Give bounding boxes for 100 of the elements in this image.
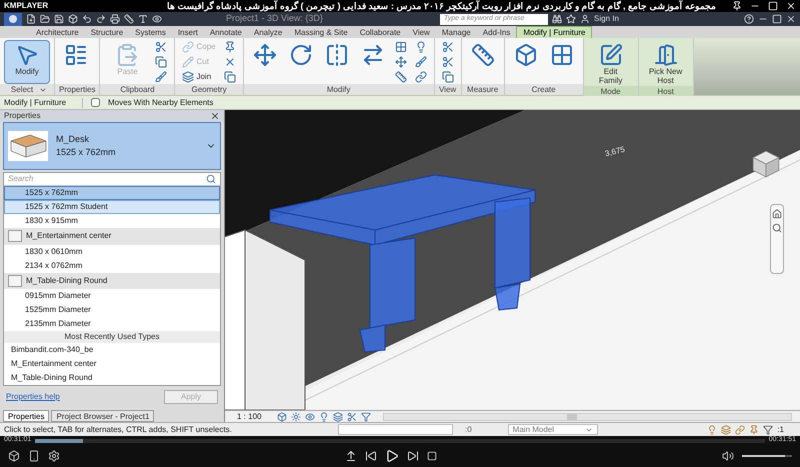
ribbon-tab[interactable]: Manage [436, 27, 477, 38]
sun-icon [291, 412, 302, 422]
copy-icon [155, 56, 168, 68]
ribbon-tab[interactable]: Annotate [204, 27, 248, 38]
scissors-icon [155, 40, 168, 52]
type-option[interactable]: 1830 x 915mm [4, 214, 220, 228]
eye-icon [152, 14, 162, 24]
search-input[interactable]: Search [8, 173, 206, 185]
filter-count: :1 [777, 424, 785, 436]
type-option[interactable]: 2135mm Diameter [4, 317, 220, 331]
status-message: Click to select, TAB for alternates, CTRL adds, SHIFT unselects. [4, 424, 233, 436]
video-title: مجموعه آموزشی جامع , گام به گام و کاربردی نرم افزار رویت آرکیتکچر ۲۰۱۶ مدرس : سعید فدایی ( تیچرمن ) گروه آموزشی پادشاه گرافیست ها [166, 0, 717, 12]
scissors-icon [442, 56, 454, 68]
search-icon [206, 174, 216, 184]
palette-tab[interactable]: Properties [3, 410, 50, 422]
scale-label[interactable]: 1 : 100 [225, 410, 274, 422]
close-icon [786, 1, 796, 11]
ribbon-tab[interactable]: Massing & Site [288, 27, 354, 38]
3d-viewport[interactable]: 3,675 [225, 110, 800, 410]
stop-icon [427, 451, 437, 461]
context-label: Modify | Furniture [4, 96, 68, 108]
new-file-icon [26, 14, 36, 24]
ribbon-button[interactable]: Modify [4, 40, 50, 84]
link-icon [414, 70, 427, 82]
home-icon [772, 209, 782, 219]
save-icon [54, 14, 64, 24]
delete-icon [224, 56, 236, 68]
settings-icon [48, 450, 60, 462]
type-option[interactable]: 1525mm Diameter [4, 303, 220, 317]
list-icon [64, 43, 88, 67]
eye-icon [305, 412, 316, 422]
ribbon-tab[interactable]: Insert [172, 27, 204, 38]
palette-tab[interactable]: Project Browser - Project1 [51, 410, 154, 422]
panel-label: Clipboard [119, 84, 156, 96]
recent-type-option[interactable]: M_Entertainment center [4, 357, 220, 371]
app-logo-icon[interactable] [4, 12, 22, 26]
type-option[interactable]: 2134 x 0762mm [4, 258, 220, 272]
brush-icon [414, 56, 427, 68]
ribbon-button[interactable]: Edit Family [588, 40, 634, 86]
link-icon [182, 40, 194, 52]
ribbon-tab[interactable]: Collaborate [354, 27, 407, 38]
type-option[interactable]: 1525 x 762mm Student [4, 200, 220, 214]
panel-label: Modify [326, 84, 352, 96]
type-option[interactable]: 0915mm Diameter [4, 289, 220, 303]
navigation-bar[interactable] [770, 204, 784, 274]
text-icon [138, 14, 148, 24]
play-icon [385, 449, 399, 463]
checkbox-label: Moves With Nearby Elements [108, 96, 214, 108]
family-group-label: M_Entertainment center [26, 230, 112, 242]
view-cube-icon[interactable] [750, 148, 782, 180]
cursor-icon [15, 43, 39, 67]
workset-field[interactable] [338, 424, 453, 435]
ribbon-tab[interactable]: Structure [84, 27, 130, 38]
close-icon [786, 14, 796, 24]
door-icon [654, 43, 678, 67]
ribbon-button[interactable]: Pick New Host [642, 40, 689, 86]
recent-type-option[interactable]: M_Table-Dining Round [4, 371, 220, 385]
type-selector[interactable]: M_Desk 1525 x 762mm [3, 122, 221, 170]
type-name: 1525 x 762mm [56, 146, 117, 159]
family-thumbnail-icon [8, 274, 22, 287]
move-icon [394, 56, 407, 68]
horizontal-scrollbar[interactable] [383, 412, 792, 420]
layers-icon [182, 70, 194, 82]
copy-icon [224, 70, 236, 82]
type-option[interactable]: 1525 x 762mm [4, 186, 220, 200]
scissors-icon [442, 40, 454, 52]
binoculars-icon [552, 14, 562, 24]
ribbon-tab[interactable]: Analyze [248, 27, 288, 38]
rotate-icon [288, 43, 313, 67]
pin-icon [732, 1, 742, 11]
brush-icon [155, 70, 168, 82]
type-option[interactable]: 1830 x 0610mm [4, 244, 220, 258]
model-dropdown[interactable]: Main Model [508, 424, 598, 435]
ribbon-tab[interactable]: Systems [129, 27, 172, 38]
pin-icon [749, 424, 760, 434]
section-header: Most Recently Used Types [4, 331, 220, 343]
family-thumbnail-icon [8, 230, 22, 242]
ribbon-tab[interactable]: Architecture [30, 27, 85, 38]
player-logo: KMPLAYER [4, 0, 48, 12]
grid-icon [394, 40, 407, 52]
filter-icon [763, 424, 774, 434]
family-name: M_Desk [56, 132, 90, 146]
layers-icon [721, 424, 732, 434]
recent-type-option[interactable]: Bimbandit.com-340_be [4, 343, 220, 357]
user-icon [580, 14, 590, 24]
ribbon-button[interactable]: Join [179, 70, 219, 83]
help-icon [744, 14, 754, 24]
panel-label: Mode [600, 86, 622, 98]
panel-label: View [438, 84, 458, 96]
ruler-icon [394, 70, 407, 82]
undo-icon [82, 14, 92, 24]
next-icon [407, 450, 419, 462]
ribbon-tab[interactable]: Add-Ins [476, 27, 516, 38]
ribbon-tab[interactable]: View [406, 27, 436, 38]
checkbox[interactable] [91, 98, 100, 107]
sign-in-link[interactable]: Sign In [594, 13, 619, 25]
properties-help-link[interactable]: Properties help [6, 390, 60, 402]
layers-icon [333, 412, 344, 422]
ribbon-tab[interactable]: Modify | Furniture [516, 26, 592, 38]
palette-title: Properties [4, 110, 40, 122]
